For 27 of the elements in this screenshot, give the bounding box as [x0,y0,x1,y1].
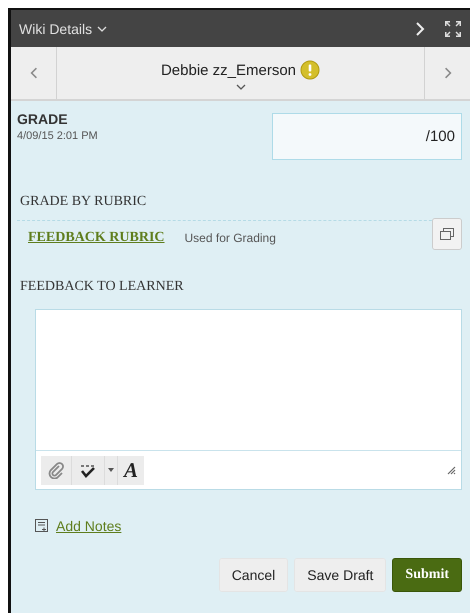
submit-button[interactable]: Submit [392,558,462,592]
windows-icon [440,228,454,240]
feedback-heading: FEEDBACK TO LEARNER [19,279,185,295]
grade-input-field[interactable]: /100 [272,113,462,160]
rubric-note: Used for Grading [184,231,276,245]
add-notes-link[interactable]: Add Notes [56,518,122,534]
panel-title-menu[interactable]: Wiki Details [19,20,108,36]
form-button[interactable]: Cancel [218,558,288,592]
grade-label: GRADE [17,111,69,127]
caret-icon [236,82,246,92]
rubric-link[interactable]: FEEDBACK RUBRIC [28,230,165,246]
chevron-right-icon [414,20,426,36]
feedback-editor[interactable]: A [35,309,462,490]
open-rubric-button[interactable] [432,218,462,250]
notes-icon [35,519,49,533]
warning-icon [300,60,320,80]
form-button[interactable]: Save Draft [294,558,386,592]
grade-date: 4/09/15 2:01 PM [17,130,98,142]
chevron-left-icon [28,67,40,79]
rubric-heading: GRADE BY RUBRIC [19,194,148,210]
student-name: Debbie zz_Emerson [160,62,296,78]
expand-icon [444,20,462,38]
resize-handle-icon[interactable] [446,465,456,475]
paperclip-icon [47,461,65,479]
caret-icon [97,24,108,34]
caret-icon [108,468,114,472]
spellcheck-menu-button[interactable] [105,456,118,484]
